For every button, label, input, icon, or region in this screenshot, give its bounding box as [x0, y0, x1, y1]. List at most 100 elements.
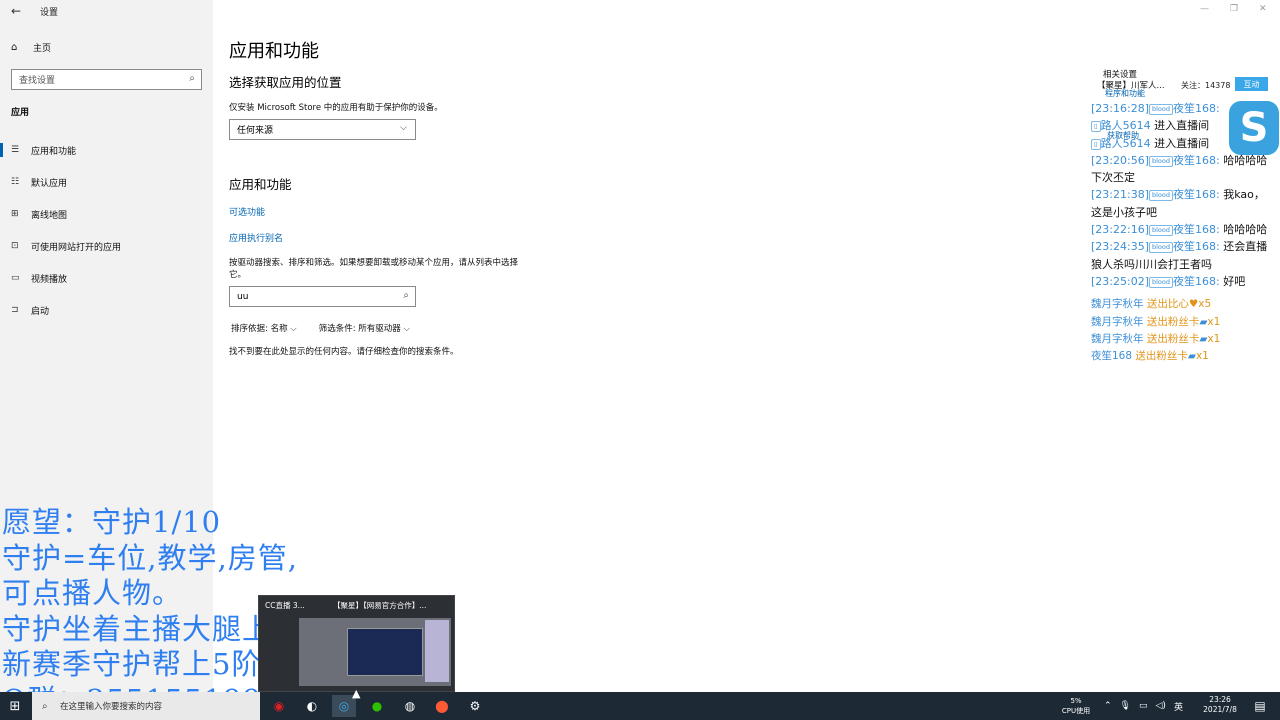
chat-timestamp: [23:22:16]: [1091, 223, 1149, 237]
sidebar-item-label: 应用和功能: [31, 146, 77, 157]
chevron-down-icon: ⌵: [400, 123, 407, 133]
search-icon: ⌕: [189, 73, 195, 84]
home-nav-item[interactable]: ⌂ 主页: [11, 41, 51, 54]
gift-message: 魏月字秋年 送出比心♥x5: [1091, 296, 1271, 313]
fan-badge: blood: [1149, 104, 1174, 115]
recorder-icon[interactable]: ⬤: [430, 695, 454, 717]
thumb-preview[interactable]: [299, 618, 451, 686]
settings-gear-icon[interactable]: ⚙: [463, 695, 487, 717]
fan-badge: blood: [1149, 242, 1174, 254]
list-icon: ☰: [11, 145, 20, 155]
clock-time: 23:26: [1209, 695, 1231, 704]
window-title: 设置: [40, 7, 59, 18]
optional-features-link[interactable]: 可选功能: [229, 205, 265, 218]
chat-nick: 夜笙168:: [1173, 153, 1220, 167]
chat-message: [23:25:02] blood 夜笙168: 好吧: [1091, 273, 1271, 290]
gift-user: 魏月字秋年: [1091, 298, 1144, 311]
sidebar-item-offline-maps[interactable]: ⊞ 离线地图: [0, 203, 213, 225]
gift-action: 送出粉丝卡: [1135, 350, 1188, 363]
volume-icon[interactable]: ◁): [1156, 701, 1166, 711]
taskbar-search-placeholder: 在这里输入你要搜索的内容: [60, 702, 163, 712]
back-arrow-icon: ←: [10, 4, 22, 18]
gift-message: 魏月字秋年 送出粉丝卡▰x1: [1091, 314, 1271, 331]
gift-user: 魏月字秋年: [1091, 332, 1144, 345]
chat-message: [23:20:56] blood 夜笙168: 哈哈哈哈下次丕定: [1091, 152, 1271, 187]
start-button[interactable]: ⊞: [0, 692, 30, 720]
gift-count: x1: [1207, 315, 1221, 328]
video-icon: ▭: [11, 273, 20, 283]
sidebar-item-default-apps[interactable]: ☷ 默认应用: [0, 171, 213, 193]
section-heading: 应用: [11, 108, 30, 118]
fan-badge: blood: [1149, 276, 1174, 288]
app-icon[interactable]: ◐: [300, 695, 324, 717]
gift-action: 送出比心: [1146, 298, 1189, 311]
wechat-icon[interactable]: ●: [365, 695, 389, 717]
gift-count: x5: [1198, 298, 1212, 311]
search-icon: ⌕: [403, 290, 409, 301]
app-source-dropdown[interactable]: 任何来源 ⌵: [229, 119, 416, 140]
chat-message: [23:22:16] blood 夜笙168: 哈哈哈哈: [1091, 221, 1271, 238]
app-search-input[interactable]: uu ⌕: [229, 286, 416, 307]
filter-dropdown[interactable]: 筛选条件: 所有驱动器 ⌵: [319, 322, 410, 334]
gift-count: x1: [1207, 332, 1221, 345]
chat-text: 好吧: [1223, 274, 1246, 288]
home-label: 主页: [33, 44, 52, 54]
map-icon: ⊞: [11, 209, 19, 219]
notification-icon[interactable]: ▤: [1248, 695, 1272, 717]
taskbar-search[interactable]: ⌕ 在这里输入你要搜索的内容: [32, 692, 260, 720]
restore-button[interactable]: ❐: [1230, 4, 1238, 14]
thumb-caption: CC直播 3...: [265, 601, 305, 610]
sidebar-item-apps-features[interactable]: ☰ 应用和功能: [0, 139, 213, 161]
sidebar-item-apps-for-websites[interactable]: ⊡ 可使用网站打开的应用: [0, 235, 213, 257]
app-alias-link[interactable]: 应用执行别名: [229, 231, 283, 244]
sidebar-item-video-playback[interactable]: ▭ 视频播放: [0, 267, 213, 289]
taskbar-thumbnail-popup[interactable]: CC直播 3... 【聚星】【网易官方合作】...: [258, 595, 455, 692]
cpu-meter: 5% CPU使用: [1056, 696, 1096, 716]
overlay-line: 愿望：守护1/10: [2, 505, 222, 539]
netease-music-icon[interactable]: ◉: [267, 695, 291, 717]
home-icon: ⌂: [11, 42, 18, 53]
programs-features-link[interactable]: 程序和功能: [1105, 88, 1145, 99]
microphone-icon[interactable]: 🎙: [1120, 701, 1131, 711]
default-apps-icon: ☷: [11, 177, 20, 187]
sidebar-item-label: 可使用网站打开的应用: [31, 242, 122, 253]
settings-search-input[interactable]: 查找设置 ⌕: [11, 69, 202, 90]
search-placeholder: 查找设置: [19, 76, 56, 86]
sidebar-item-label: 启动: [31, 306, 50, 317]
page-title: 应用和功能: [229, 41, 319, 62]
system-tray: ⌃ 🎙 ▭ ◁) 英: [1104, 692, 1183, 720]
interact-button[interactable]: 互动: [1235, 77, 1268, 91]
gift-message: 夜笙168 送出粉丝卡▰x1: [1091, 348, 1271, 365]
minimize-button[interactable]: —: [1200, 4, 1209, 14]
dropdown-value: 任何来源: [237, 126, 274, 136]
obs-icon[interactable]: ◍: [398, 695, 422, 717]
sidebar-item-startup[interactable]: ⊐ 启动: [0, 299, 213, 321]
ime-indicator[interactable]: 英: [1174, 700, 1183, 713]
back-button[interactable]: ←: [0, 0, 32, 22]
gift-user: 魏月字秋年: [1091, 315, 1144, 328]
heart-icon: ♥: [1188, 298, 1199, 311]
user-icon: ▯: [1091, 138, 1101, 150]
location-heading: 选择获取应用的位置: [229, 75, 342, 90]
get-help-link[interactable]: 获取帮助: [1107, 130, 1139, 141]
clock[interactable]: 23:26 2021/7/8: [1198, 695, 1242, 715]
filter-label: 筛选条件: 所有驱动器: [318, 324, 401, 334]
sort-dropdown[interactable]: 排序依据: 名称 ⌵: [231, 322, 297, 334]
chat-timestamp: [23:25:02]: [1091, 274, 1149, 288]
location-description: 仅安装 Microsoft Store 中的应用有助于保护你的设备。: [229, 103, 443, 113]
search-icon: ⌕: [42, 700, 48, 712]
user-icon: ▯: [1091, 121, 1101, 133]
sidebar-item-label: 视频播放: [31, 274, 68, 285]
chat-message: [23:16:28] blood 夜笙168:: [1091, 100, 1271, 117]
search-description: 按驱动器搜索、排序和筛选。如果想要卸载或移动某个应用，请从列表中选择它。: [229, 258, 519, 280]
chevron-up-icon[interactable]: ⌃: [1104, 701, 1112, 711]
chat-text: 进入直播间: [1154, 119, 1210, 133]
sidebar-item-label: 默认应用: [31, 178, 68, 189]
close-button[interactable]: ✕: [1259, 4, 1267, 14]
clock-date: 2021/7/8: [1203, 705, 1237, 714]
startup-icon: ⊐: [11, 305, 19, 315]
fan-badge: blood: [1149, 225, 1174, 237]
mouse-cursor-icon: ▲: [352, 687, 361, 700]
network-icon[interactable]: ▭: [1139, 701, 1148, 711]
overlay-line: 守护=车位,教学,房管,: [2, 540, 298, 575]
